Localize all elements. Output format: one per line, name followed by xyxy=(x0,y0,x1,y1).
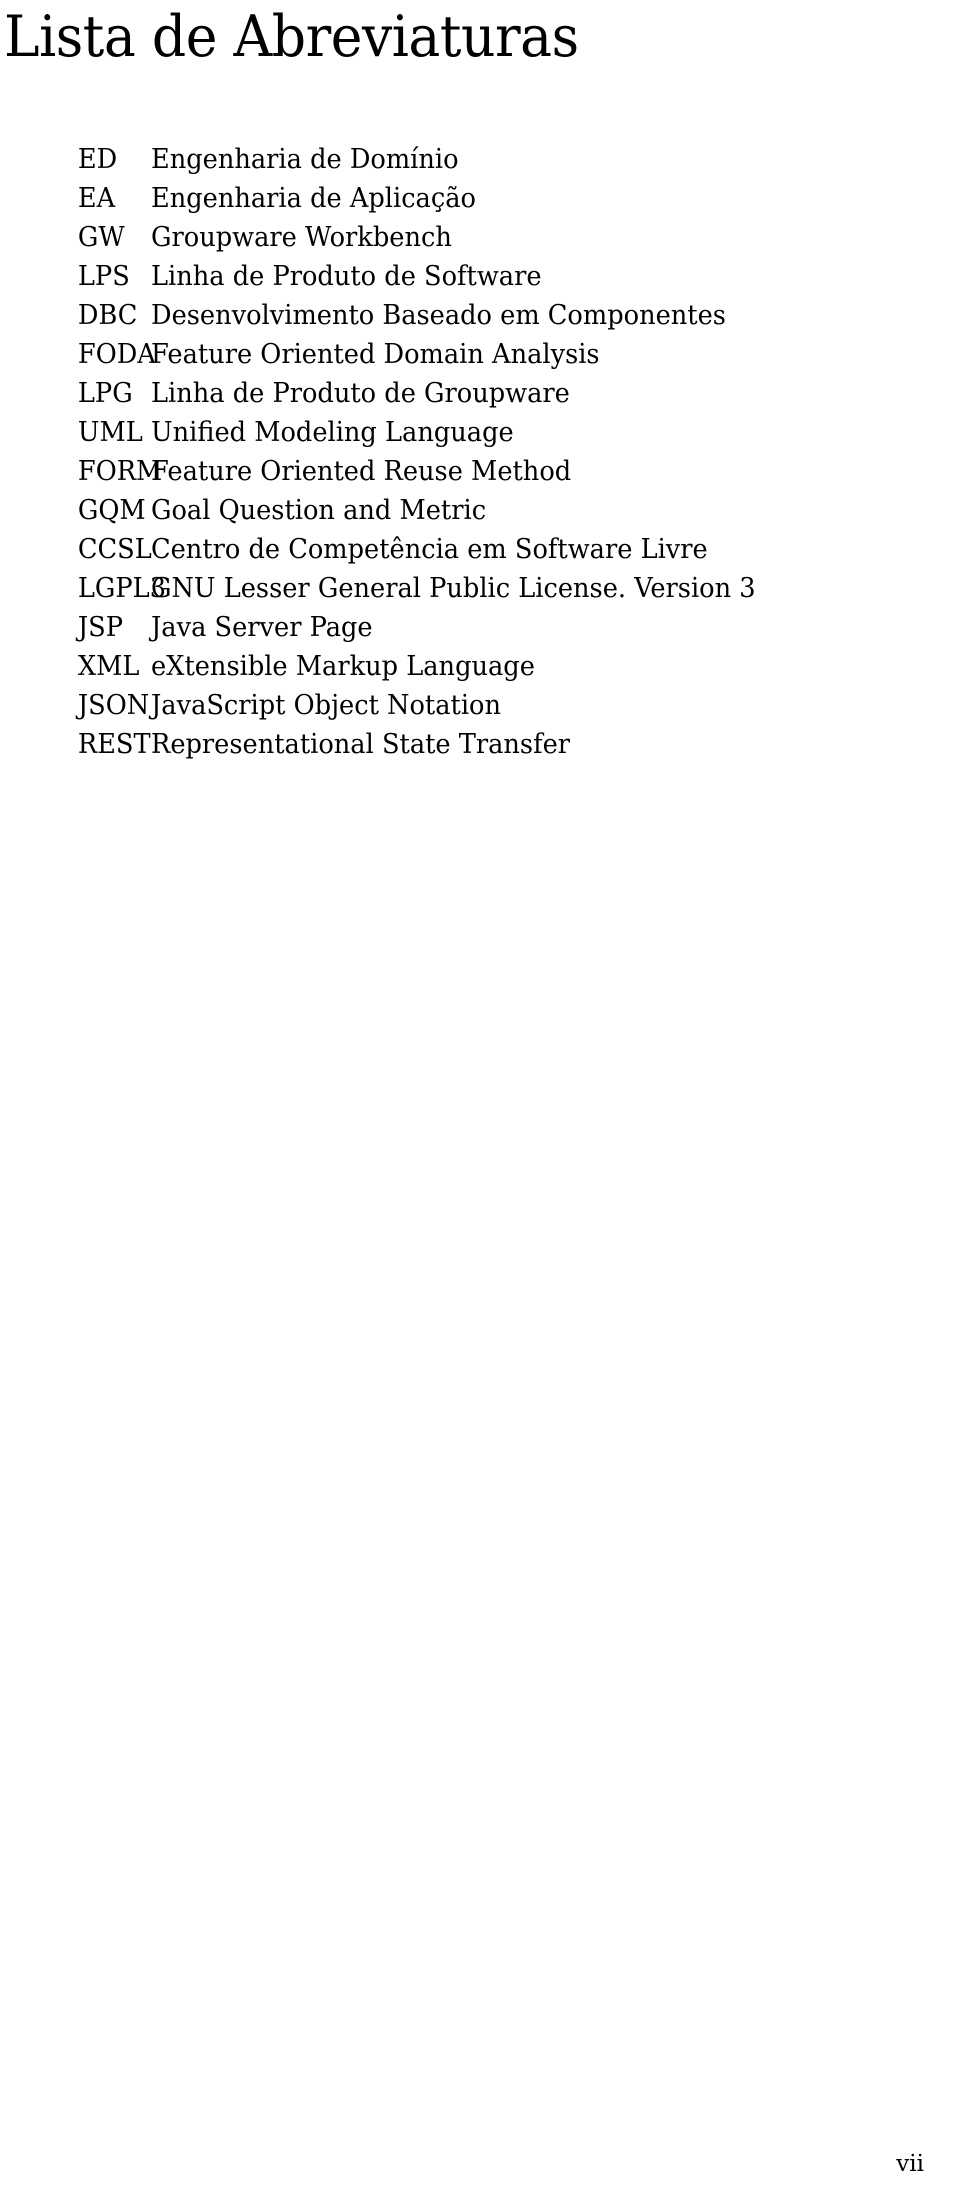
abbreviation-term: JSON xyxy=(77,690,150,721)
abbreviation-term: JSP xyxy=(77,612,124,643)
abbreviation-term: LPG xyxy=(77,378,133,409)
abbreviation-row: EA Engenharia de Aplicação xyxy=(0,179,960,218)
abbreviation-definition: Feature Oriented Reuse Method xyxy=(151,456,572,487)
abbreviation-term: GW xyxy=(77,222,125,253)
abbreviation-term: DBC xyxy=(77,300,138,331)
abbreviation-term: GQM xyxy=(77,495,146,526)
abbreviation-definition: eXtensible Markup Language xyxy=(151,651,535,682)
abbreviation-term: LGPL3 xyxy=(77,573,167,604)
abbreviation-row: DBC Desenvolvimento Baseado em Componente… xyxy=(0,296,960,335)
abbreviation-row: ED Engenharia de Domínio xyxy=(0,140,960,179)
abbreviation-term: LPS xyxy=(77,261,130,292)
abbreviation-definition: Linha de Produto de Groupware xyxy=(151,378,570,409)
abbreviation-definition: Desenvolvimento Baseado em Componentes xyxy=(151,300,726,331)
abbreviation-definition: Engenharia de Aplicação xyxy=(151,183,476,214)
abbreviation-term: EA xyxy=(77,183,116,214)
abbreviation-row: LPS Linha de Produto de Software xyxy=(0,257,960,296)
abbreviation-row: LGPL3 GNU Lesser General Public License. … xyxy=(0,569,960,608)
abbreviation-definition: Engenharia de Domínio xyxy=(151,144,459,175)
abbreviation-term: XML xyxy=(77,651,140,682)
abbreviation-term: UML xyxy=(77,417,143,448)
abbreviation-definition: Representational State Transfer xyxy=(151,729,571,760)
abbreviation-term: FORM xyxy=(77,456,163,487)
abbreviation-row: JSP Java Server Page xyxy=(0,608,960,647)
abbreviation-term: FODA xyxy=(77,339,156,370)
page-number: vii xyxy=(896,2151,924,2177)
abbreviation-term: REST xyxy=(77,729,151,760)
abbreviation-definition: GNU Lesser General Public License. Versi… xyxy=(151,573,756,604)
abbreviation-term: CCSL xyxy=(77,534,152,565)
abbreviation-row: FORM Feature Oriented Reuse Method xyxy=(0,452,960,491)
abbreviation-definition: Centro de Competência em Software Livre xyxy=(151,534,708,565)
abbreviation-term: ED xyxy=(77,144,118,175)
abbreviation-definition: Unified Modeling Language xyxy=(151,417,514,448)
abbreviation-row: JSON JavaScript Object Notation xyxy=(0,686,960,725)
abbreviation-definition: Java Server Page xyxy=(151,612,373,643)
document-page: Lista de Abreviaturas ED Engenharia de Do… xyxy=(0,0,960,2185)
abbreviation-row: GW Groupware Workbench xyxy=(0,218,960,257)
abbreviation-list: ED Engenharia de Domínio EA Engenharia de A… xyxy=(0,140,960,764)
abbreviation-definition: JavaScript Object Notation xyxy=(151,690,502,721)
abbreviation-row: FODA Feature Oriented Domain Analysis xyxy=(0,335,960,374)
abbreviation-definition: Groupware Workbench xyxy=(151,222,452,253)
abbreviation-row: XML eXtensible Markup Language xyxy=(0,647,960,686)
abbreviation-row: CCSL Centro de Competência em Software Li… xyxy=(0,530,960,569)
page-title: Lista de Abreviaturas xyxy=(4,4,579,70)
abbreviation-row: LPG Linha de Produto de Groupware xyxy=(0,374,960,413)
abbreviation-row: UML Unified Modeling Language xyxy=(0,413,960,452)
abbreviation-definition: Feature Oriented Domain Analysis xyxy=(151,339,600,370)
abbreviation-definition: Goal Question and Metric xyxy=(151,495,487,526)
abbreviation-row: REST Representational State Transfer xyxy=(0,725,960,764)
abbreviation-row: GQM Goal Question and Metric xyxy=(0,491,960,530)
abbreviation-definition: Linha de Produto de Software xyxy=(151,261,542,292)
